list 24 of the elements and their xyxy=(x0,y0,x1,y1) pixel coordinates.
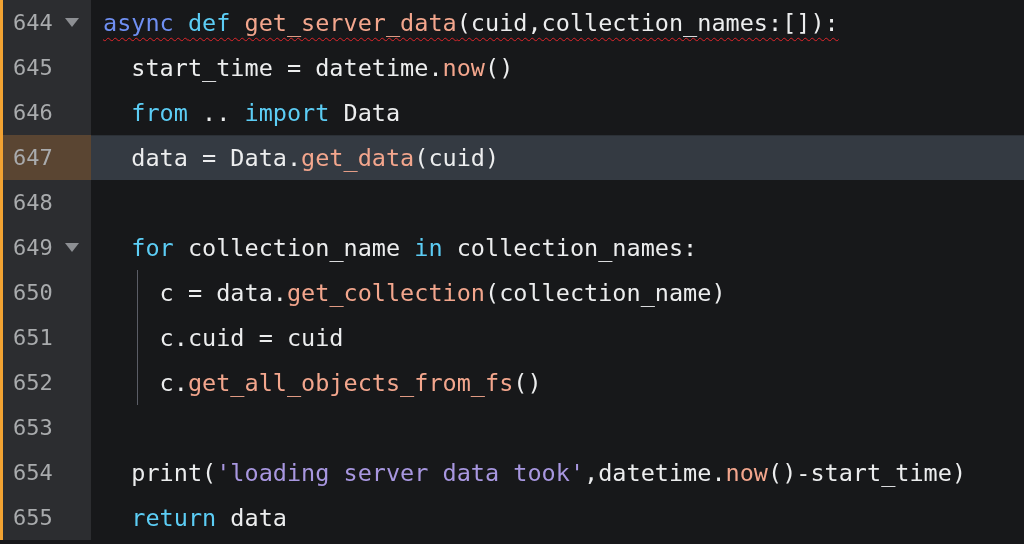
code-line: start_time = datetime.now() xyxy=(131,53,514,82)
code-line: from .. import Data xyxy=(131,98,401,127)
line-number: 649 xyxy=(13,235,53,260)
line-number: 653 xyxy=(13,415,53,440)
code-line: c.get_all_objects_from_fs() xyxy=(159,368,542,397)
code-line: for collection_name in collection_names: xyxy=(131,233,698,262)
code-line: c = data.get_collection(collection_name) xyxy=(159,278,726,307)
fold-caret-icon[interactable] xyxy=(64,243,79,252)
line-number: 648 xyxy=(13,190,53,215)
code-line: async def get_server_data(cuid,collection_names:[]): xyxy=(103,8,839,37)
code-line: return data xyxy=(131,503,287,532)
code-line: data = Data.get_data(cuid) xyxy=(131,144,500,172)
line-number: 652 xyxy=(13,370,53,395)
line-number: 647 xyxy=(13,145,53,170)
line-number: 650 xyxy=(13,280,53,305)
fold-caret-icon[interactable] xyxy=(64,18,79,27)
line-number: 646 xyxy=(13,100,53,125)
line-number: 654 xyxy=(13,460,53,485)
code-line: c.cuid = cuid xyxy=(159,323,344,352)
line-number: 651 xyxy=(13,325,53,350)
line-number: 645 xyxy=(13,55,53,80)
code-line: print('loading server data took',datetime.now()-start_time) xyxy=(131,458,967,487)
line-number: 655 xyxy=(13,505,53,530)
line-number: 644 xyxy=(13,10,53,35)
